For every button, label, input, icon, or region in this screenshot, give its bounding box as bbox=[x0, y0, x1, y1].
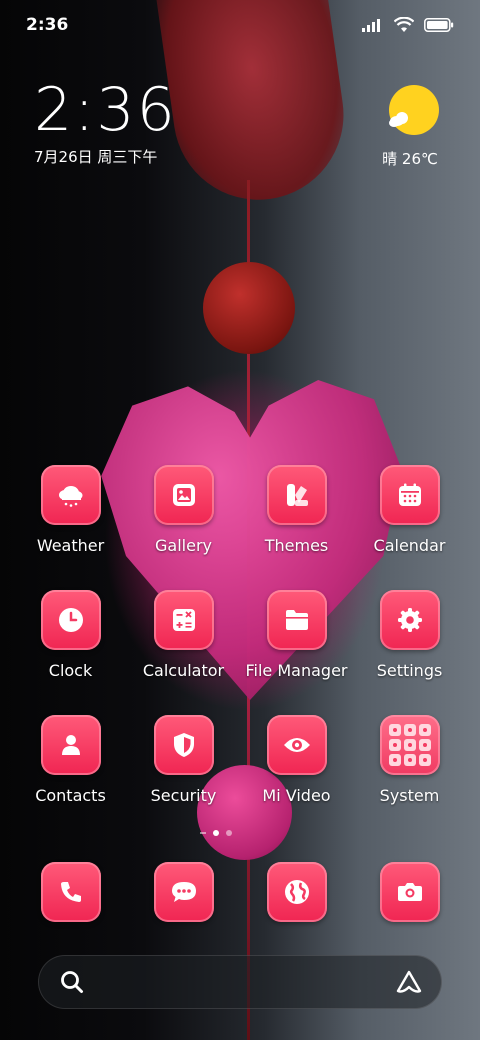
app-label: Calendar bbox=[373, 536, 446, 555]
app-file-manager[interactable]: File Manager bbox=[240, 590, 353, 680]
app-label: Security bbox=[150, 786, 217, 805]
app-label: Contacts bbox=[35, 786, 106, 805]
app-settings[interactable]: Settings bbox=[353, 590, 466, 680]
dock-messaging[interactable] bbox=[127, 862, 240, 922]
search-icon bbox=[61, 971, 83, 993]
dock-camera[interactable] bbox=[353, 862, 466, 922]
calendar-icon bbox=[379, 465, 440, 525]
camera-icon bbox=[379, 862, 440, 922]
app-contacts[interactable]: Contacts bbox=[14, 715, 127, 805]
dock-browser[interactable] bbox=[240, 862, 353, 922]
phone-icon bbox=[40, 862, 101, 922]
app-clock[interactable]: Clock bbox=[14, 590, 127, 680]
folder-icon bbox=[266, 590, 327, 650]
page-dot bbox=[226, 830, 232, 836]
app-label: Gallery bbox=[155, 536, 212, 555]
weather-widget-text: 晴 26℃ bbox=[380, 148, 440, 169]
cloud-rain-icon bbox=[40, 465, 101, 525]
weather-condition: 晴 bbox=[382, 150, 398, 168]
app-calendar[interactable]: Calendar bbox=[353, 465, 466, 555]
clock-widget-time: 2:36 bbox=[34, 75, 177, 145]
app-mi-video[interactable]: Mi Video bbox=[240, 715, 353, 805]
app-label: Themes bbox=[264, 536, 329, 555]
clock-icon bbox=[40, 590, 101, 650]
app-themes[interactable]: Themes bbox=[240, 465, 353, 555]
app-label: File Manager bbox=[245, 661, 348, 680]
wifi-icon bbox=[394, 17, 414, 32]
page-dot-active bbox=[213, 830, 219, 836]
app-label: Mi Video bbox=[262, 786, 331, 805]
signal-icon bbox=[362, 19, 380, 32]
search-bar[interactable] bbox=[38, 955, 442, 1009]
app-gallery[interactable]: Gallery bbox=[127, 465, 240, 555]
app-label: Settings bbox=[376, 661, 443, 680]
weather-temperature: 26℃ bbox=[401, 150, 438, 168]
status-icons bbox=[362, 17, 454, 33]
gear-icon bbox=[379, 590, 440, 650]
image-icon bbox=[153, 465, 214, 525]
page-indicator bbox=[200, 830, 232, 836]
status-bar: 2:36 bbox=[0, 0, 480, 50]
app-system-folder[interactable]: System bbox=[353, 715, 466, 805]
status-time: 2:36 bbox=[26, 15, 69, 35]
folder-grid-icon bbox=[379, 715, 440, 775]
weather-widget[interactable]: 晴 26℃ bbox=[382, 84, 444, 169]
clock-widget-date: 7月26日 周三下午 bbox=[34, 148, 158, 166]
eye-icon bbox=[266, 715, 327, 775]
shield-icon bbox=[153, 715, 214, 775]
app-label: Calculator bbox=[142, 661, 225, 680]
app-label: System bbox=[379, 786, 440, 805]
dock-phone[interactable] bbox=[14, 862, 127, 922]
app-security[interactable]: Security bbox=[127, 715, 240, 805]
themes-icon bbox=[266, 465, 327, 525]
clock-widget[interactable]: 2:36 7月26日 周三下午 bbox=[34, 78, 177, 167]
dock bbox=[14, 862, 466, 924]
page-indicator-menu bbox=[200, 832, 206, 834]
battery-icon bbox=[424, 18, 454, 32]
person-icon bbox=[40, 715, 101, 775]
app-calculator[interactable]: Calculator bbox=[127, 590, 240, 680]
wallpaper-red-ball bbox=[203, 262, 295, 354]
sun-cloud-icon bbox=[388, 84, 440, 136]
globe-icon bbox=[266, 862, 327, 922]
assistant-icon[interactable] bbox=[395, 969, 423, 995]
chat-icon bbox=[153, 862, 214, 922]
app-label: Weather bbox=[36, 536, 105, 555]
app-weather[interactable]: Weather bbox=[14, 465, 127, 555]
calculator-icon bbox=[153, 590, 214, 650]
app-label: Clock bbox=[48, 661, 93, 680]
